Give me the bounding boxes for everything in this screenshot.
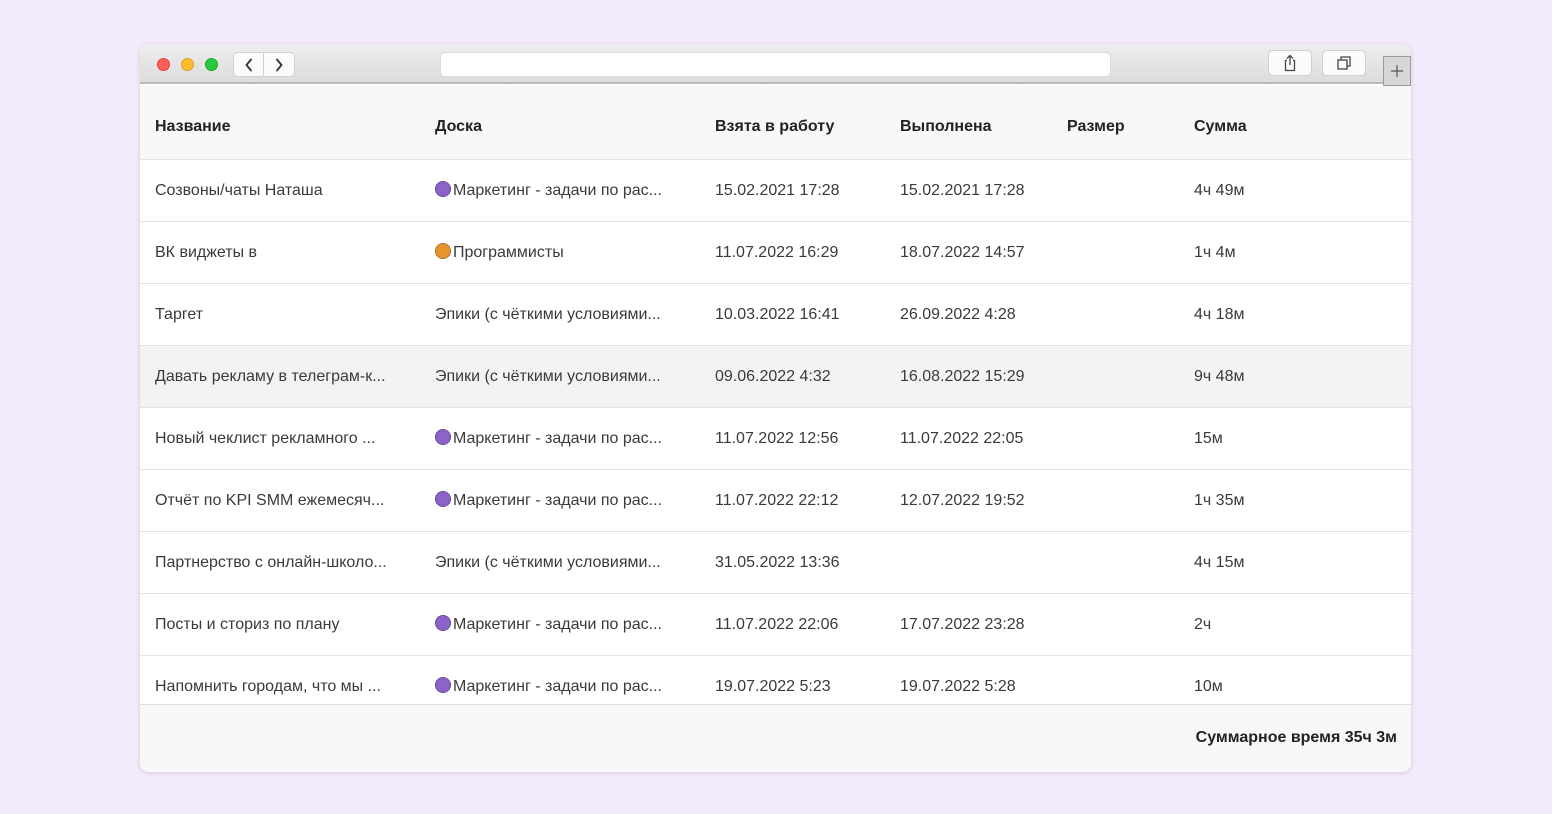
table-row[interactable]: Новый чеклист рекламного ... Маркетинг - … [140,408,1411,470]
zoom-window-button[interactable] [205,58,218,71]
cell-board: Программисты [435,222,685,284]
board-label: Маркетинг - задачи по рас... [453,678,662,695]
cell-taken: 09.06.2022 4:32 [715,368,831,385]
cell-name: Напомнить городам, что мы ... [155,678,381,695]
board-label: Маркетинг - задачи по рас... [453,182,662,199]
browser-window: Название Доска Взята в работу Выполнена … [140,44,1411,772]
cell-done: 19.07.2022 5:28 [900,678,1016,695]
table-row[interactable]: Посты и сториз по плану Маркетинг - задач… [140,594,1411,656]
cell-board: Эпики (с чёткими условиями... [435,368,661,385]
chevron-right-icon [276,58,283,71]
programmers-board-icon [435,243,451,259]
title-bar [140,44,1411,86]
cell-done: 11.07.2022 22:05 [900,430,1024,447]
table-body: Созвоны/чаты Наташа Маркетинг - задачи по… [140,160,1411,704]
cell-name: Созвоны/чаты Наташа [155,182,323,199]
tasks-table: Название Доска Взята в работу Выполнена … [140,86,1411,704]
cell-sum: 4ч 18м [1194,306,1245,323]
board-label: Маркетинг - задачи по рас... [453,616,662,633]
header-done[interactable]: Выполнена [900,86,1060,168]
table-row[interactable]: Партнерство с онлайн-школо... Эпики (с чё… [140,532,1411,594]
cell-name: ВК виджеты в [155,244,258,261]
cell-name: Партнерство с онлайн-школо... [155,554,387,571]
address-bar[interactable] [440,52,1111,77]
cell-sum: 4ч 49м [1194,182,1245,199]
cell-taken: 31.05.2022 13:36 [715,554,840,571]
marketing-board-icon [435,677,451,693]
header-taken[interactable]: Взята в работу [715,86,885,168]
forward-button[interactable] [264,52,295,77]
share-button[interactable] [1268,50,1312,76]
cell-done: 26.09.2022 4:28 [900,306,1016,323]
cell-sum: 1ч 35м [1194,492,1245,509]
cell-sum: 1ч 4м [1194,244,1236,261]
cell-board: Эпики (с чёткими условиями... [435,306,661,323]
cell-name: Таргет [155,306,204,323]
marketing-board-icon [435,429,451,445]
marketing-board-icon [435,615,451,631]
cell-taken: 11.07.2022 12:56 [715,430,839,447]
tabs-overview-icon [1337,56,1351,70]
header-size[interactable]: Размер [1067,86,1177,168]
cell-name: Новый чеклист рекламного ... [155,430,376,447]
table-row[interactable]: Отчёт по KPI SMM ежемесяч... Маркетинг - … [140,470,1411,532]
header-name[interactable]: Название [155,86,405,168]
cell-name: Давать рекламу в телеграм-к... [155,368,386,385]
minimize-window-button[interactable] [181,58,194,71]
cell-taken: 11.07.2022 22:06 [715,616,839,633]
share-icon [1284,54,1296,72]
cell-sum: 9ч 48м [1194,368,1245,385]
cell-board: Эпики (с чёткими условиями... [435,554,661,571]
table-header: Название Доска Взята в работу Выполнена … [140,86,1411,160]
cell-sum: 4ч 15м [1194,554,1245,571]
close-window-button[interactable] [157,58,170,71]
cell-taken: 11.07.2022 22:12 [715,492,839,509]
board-label: Маркетинг - задачи по рас... [453,492,662,509]
marketing-board-icon [435,181,451,197]
table-row[interactable]: ВК виджеты в Программисты 11.07.2022 16:29… [140,222,1411,284]
cell-done: 16.08.2022 15:29 [900,368,1025,385]
table-footer: Суммарное время 35ч 3м [140,704,1411,772]
cell-done: 12.07.2022 19:52 [900,492,1025,509]
cell-board: Маркетинг - задачи по рас... [435,408,685,470]
cell-name: Посты и сториз по плану [155,616,340,633]
cell-done: 17.07.2022 23:28 [900,616,1025,633]
cell-name: Отчёт по KPI SMM ежемесяч... [155,492,385,509]
marketing-board-icon [435,491,451,507]
board-label: Маркетинг - задачи по рас... [453,430,662,447]
cell-sum: 10м [1194,678,1223,695]
cell-sum: 2ч [1194,616,1212,633]
cell-done: 15.02.2021 17:28 [900,182,1025,199]
cell-board: Маркетинг - задачи по рас... [435,594,685,656]
board-label: Программисты [453,244,564,261]
cell-board: Маркетинг - задачи по рас... [435,656,685,704]
cell-taken: 19.07.2022 5:23 [715,678,831,695]
cell-board: Маркетинг - задачи по рас... [435,160,685,222]
table-row[interactable]: Давать рекламу в телеграм-к... Эпики (с ч… [140,346,1411,408]
cell-board: Маркетинг - задачи по рас... [435,470,685,532]
cell-taken: 10.03.2022 16:41 [715,306,840,323]
plus-icon [1391,65,1403,77]
table-row[interactable]: Таргет Эпики (с чёткими условиями... 10.03… [140,284,1411,346]
total-time: Суммарное время 35ч 3м [1195,729,1397,746]
table-row[interactable]: Напомнить городам, что мы ... Маркетинг -… [140,656,1411,704]
new-tab-button[interactable] [1383,56,1411,86]
back-button[interactable] [233,52,264,77]
header-board[interactable]: Доска [435,86,685,168]
table-row[interactable]: Созвоны/чаты Наташа Маркетинг - задачи по… [140,160,1411,222]
cell-sum: 15м [1194,430,1223,447]
cell-taken: 15.02.2021 17:28 [715,182,840,199]
chevron-left-icon [245,58,252,71]
tab-overview-button[interactable] [1322,50,1366,76]
cell-taken: 11.07.2022 16:29 [715,244,839,261]
cell-done: 18.07.2022 14:57 [900,244,1025,261]
header-sum[interactable]: Сумма [1194,86,1344,168]
